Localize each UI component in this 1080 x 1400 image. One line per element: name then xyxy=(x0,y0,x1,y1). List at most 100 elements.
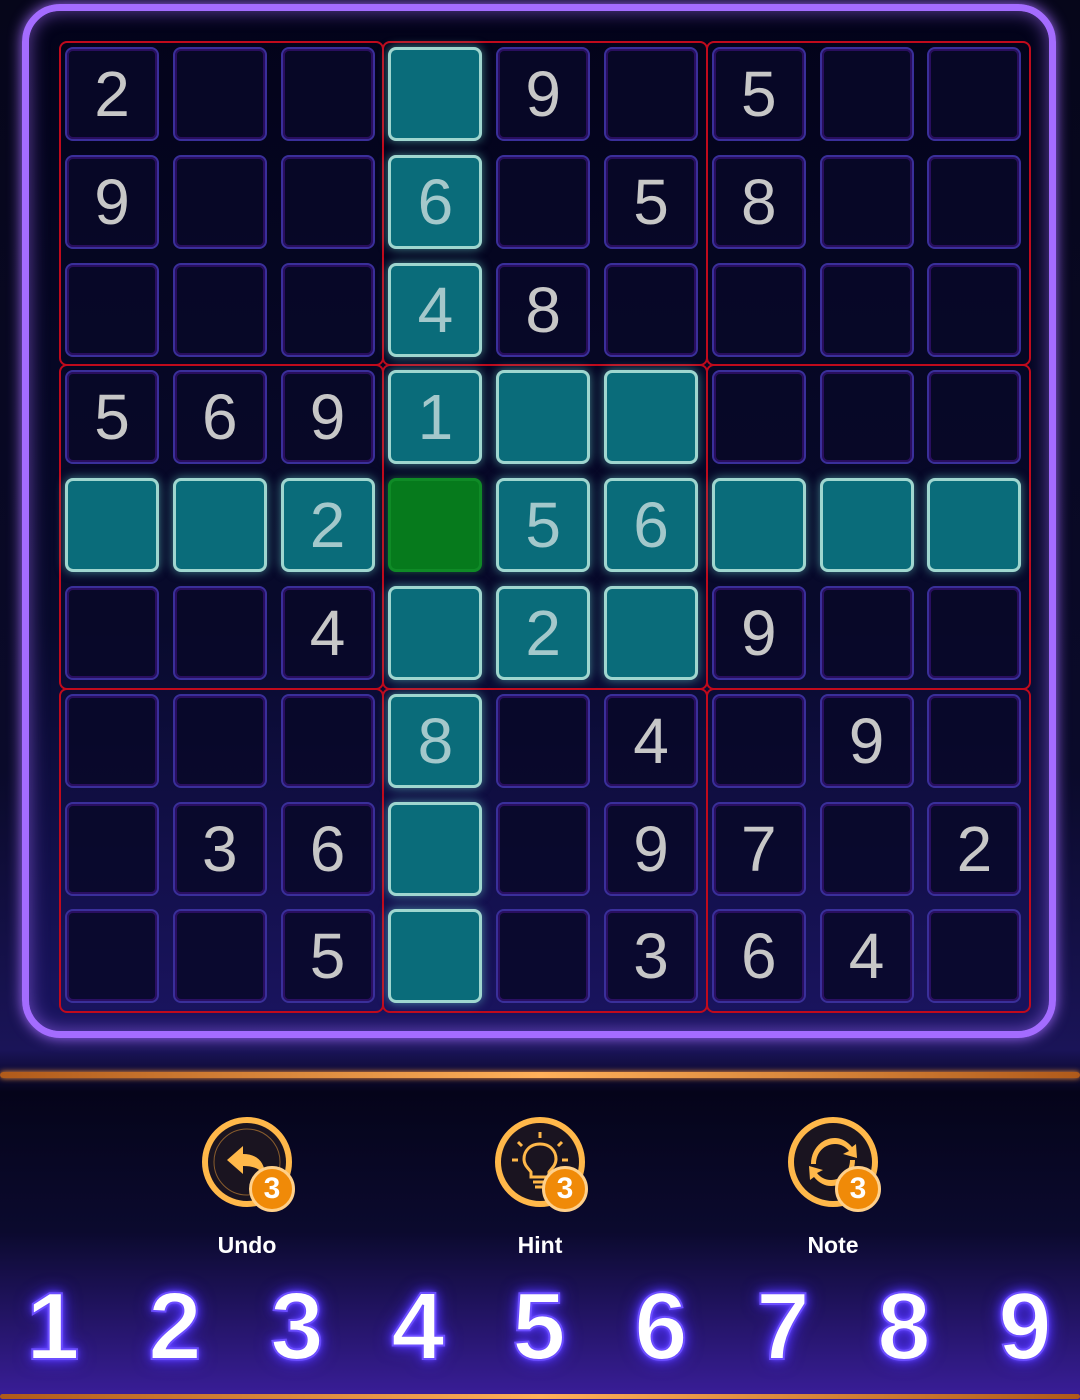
numpad-key-8[interactable]: 8 xyxy=(859,1272,949,1382)
undo-label: Undo xyxy=(217,1232,277,1258)
cell-r1-c5[interactable]: 9 xyxy=(496,47,591,141)
cell-r3-c6[interactable] xyxy=(604,262,698,357)
note-button[interactable]: 3 Note xyxy=(763,1114,903,1274)
cell-r9-c7[interactable]: 6 xyxy=(711,909,806,1004)
numpad-key-4[interactable]: 4 xyxy=(373,1272,463,1382)
cell-r7-c8[interactable]: 9 xyxy=(819,693,914,788)
sudoku-board-frame: 2959658485691256429849369725364 xyxy=(22,4,1056,1038)
cell-r9-c2[interactable] xyxy=(172,909,267,1004)
cell-r1-c4[interactable] xyxy=(388,47,483,141)
cell-r9-c6[interactable]: 3 xyxy=(604,909,698,1004)
cell-r1-c1[interactable]: 2 xyxy=(65,47,159,141)
cell-r4-c4[interactable]: 1 xyxy=(388,370,483,465)
cell-r6-c9[interactable] xyxy=(927,586,1022,680)
cell-r5-c7[interactable] xyxy=(711,478,806,573)
cell-r5-c6[interactable]: 6 xyxy=(604,478,698,573)
numpad-key-6[interactable]: 6 xyxy=(616,1272,706,1382)
cell-r1-c3[interactable] xyxy=(280,47,375,141)
cell-r6-c4[interactable] xyxy=(388,586,483,680)
cell-r1-c7[interactable]: 5 xyxy=(711,47,806,141)
numpad-key-7[interactable]: 7 xyxy=(738,1272,828,1382)
cell-r9-c8[interactable]: 4 xyxy=(819,909,914,1004)
cell-r6-c2[interactable] xyxy=(172,586,267,680)
cell-r1-c6[interactable] xyxy=(604,47,698,141)
cell-r6-c1[interactable] xyxy=(65,586,159,680)
cell-r8-c2[interactable]: 3 xyxy=(172,801,267,896)
cell-r5-c2[interactable] xyxy=(172,478,267,573)
cell-r4-c2[interactable]: 6 xyxy=(172,370,267,465)
cell-r3-c8[interactable] xyxy=(819,262,914,357)
cell-r8-c3[interactable]: 6 xyxy=(280,801,375,896)
cell-r6-c3[interactable]: 4 xyxy=(280,586,375,680)
cell-r2-c3[interactable] xyxy=(280,154,375,249)
cell-r5-c1[interactable] xyxy=(65,478,159,573)
cell-r5-c4[interactable] xyxy=(388,478,483,573)
cell-r2-c5[interactable] xyxy=(496,154,591,249)
cell-r5-c3[interactable]: 2 xyxy=(280,478,375,573)
cell-r7-c4[interactable]: 8 xyxy=(388,693,483,788)
cell-r6-c8[interactable] xyxy=(819,586,914,680)
cell-r4-c8[interactable] xyxy=(819,370,914,465)
cell-r1-c2[interactable] xyxy=(172,47,267,141)
cell-r3-c5[interactable]: 8 xyxy=(496,262,591,357)
undo-count-badge: 3 xyxy=(249,1166,295,1212)
cell-r7-c9[interactable] xyxy=(927,693,1022,788)
hint-button[interactable]: 3 Hint xyxy=(470,1114,610,1274)
cell-r4-c9[interactable] xyxy=(927,370,1022,465)
cell-r7-c7[interactable] xyxy=(711,693,806,788)
cell-r5-c5[interactable]: 5 xyxy=(496,478,591,573)
cell-r4-c7[interactable] xyxy=(711,370,806,465)
cell-r8-c4[interactable] xyxy=(388,801,483,896)
cell-r3-c2[interactable] xyxy=(172,262,267,357)
numpad-key-9[interactable]: 9 xyxy=(980,1272,1070,1382)
numpad-key-5[interactable]: 5 xyxy=(494,1272,584,1382)
cell-r6-c7[interactable]: 9 xyxy=(711,586,806,680)
top-divider xyxy=(0,1072,1080,1078)
cell-r4-c6[interactable] xyxy=(604,370,698,465)
cell-r4-c3[interactable]: 9 xyxy=(280,370,375,465)
cell-r2-c6[interactable]: 5 xyxy=(604,154,698,249)
cell-r2-c7[interactable]: 8 xyxy=(711,154,806,249)
cell-r3-c1[interactable] xyxy=(65,262,159,357)
cell-r3-c3[interactable] xyxy=(280,262,375,357)
cell-r9-c1[interactable] xyxy=(65,909,159,1004)
cell-r7-c2[interactable] xyxy=(172,693,267,788)
cell-r7-c6[interactable]: 4 xyxy=(604,693,698,788)
cell-r2-c2[interactable] xyxy=(172,154,267,249)
cell-r7-c3[interactable] xyxy=(280,693,375,788)
cell-r2-c4[interactable]: 6 xyxy=(388,154,483,249)
cell-r1-c8[interactable] xyxy=(819,47,914,141)
cell-r8-c1[interactable] xyxy=(65,801,159,896)
cell-r4-c5[interactable] xyxy=(496,370,591,465)
cell-r8-c6[interactable]: 9 xyxy=(604,801,698,896)
cell-r8-c5[interactable] xyxy=(496,801,591,896)
cell-r7-c1[interactable] xyxy=(65,693,159,788)
cell-r9-c9[interactable] xyxy=(927,909,1022,1004)
cell-r1-c9[interactable] xyxy=(927,47,1022,141)
undo-button[interactable]: 3 Undo xyxy=(177,1114,317,1274)
cell-r9-c3[interactable]: 5 xyxy=(280,909,375,1004)
cell-r9-c4[interactable] xyxy=(388,909,483,1004)
cell-r2-c1[interactable]: 9 xyxy=(65,154,159,249)
cell-r2-c9[interactable] xyxy=(927,154,1022,249)
cell-r2-c8[interactable] xyxy=(819,154,914,249)
cell-r8-c8[interactable] xyxy=(819,801,914,896)
numpad-key-3[interactable]: 3 xyxy=(252,1272,342,1382)
cell-r3-c7[interactable] xyxy=(711,262,806,357)
cell-r6-c6[interactable] xyxy=(604,586,698,680)
bottom-divider xyxy=(0,1394,1080,1399)
cell-r6-c5[interactable]: 2 xyxy=(496,586,591,680)
note-count-badge: 3 xyxy=(835,1166,881,1212)
cell-r4-c1[interactable]: 5 xyxy=(65,370,159,465)
cell-r9-c5[interactable] xyxy=(496,909,591,1004)
numpad-key-1[interactable]: 1 xyxy=(8,1272,98,1382)
cell-r8-c7[interactable]: 7 xyxy=(711,801,806,896)
cell-r3-c4[interactable]: 4 xyxy=(388,262,483,357)
numpad-key-2[interactable]: 2 xyxy=(130,1272,220,1382)
sudoku-board: 2959658485691256429849369725364 xyxy=(29,11,1049,1031)
cell-r7-c5[interactable] xyxy=(496,693,591,788)
cell-r5-c8[interactable] xyxy=(819,478,914,573)
cell-r8-c9[interactable]: 2 xyxy=(927,801,1022,896)
cell-r5-c9[interactable] xyxy=(927,478,1022,573)
cell-r3-c9[interactable] xyxy=(927,262,1022,357)
